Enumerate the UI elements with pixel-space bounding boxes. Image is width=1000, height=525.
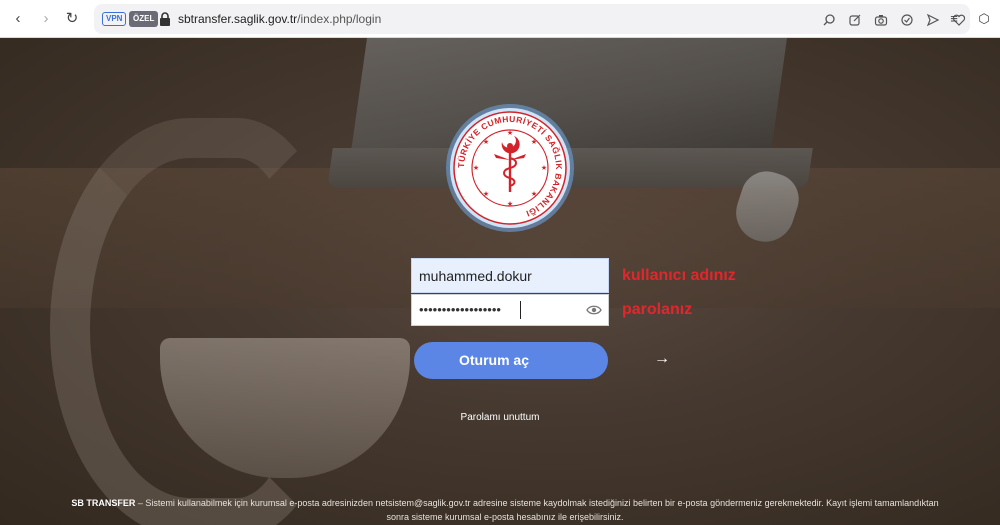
browser-toolbar: ‹ › ↻ VPN ÖZEL sbtransfer.saglik.gov.tr/… <box>0 0 1000 38</box>
svg-text:★: ★ <box>473 164 479 172</box>
vpn-badge[interactable]: VPN <box>102 12 127 26</box>
svg-text:★: ★ <box>507 129 513 137</box>
private-badge: ÖZEL <box>129 11 159 27</box>
url-text[interactable]: sbtransfer.saglik.gov.tr/index.php/login <box>178 11 381 27</box>
username-value: muhammed.dokur <box>419 268 532 284</box>
footer-notice: SB TRANSFER – Sistemi kullanabilmek için… <box>10 496 1000 524</box>
shield-check-icon[interactable] <box>898 13 916 27</box>
search-icon[interactable] <box>820 13 838 27</box>
svg-text:★: ★ <box>531 138 537 146</box>
edit-icon[interactable] <box>846 13 864 27</box>
menu-icon[interactable]: ≡ <box>944 9 964 29</box>
login-button[interactable]: Oturum aç → <box>414 342 670 379</box>
footer-brand: SB TRANSFER <box>71 498 136 508</box>
camera-icon[interactable] <box>872 13 890 27</box>
arrow-right-icon: → <box>654 350 670 367</box>
url-host: sbtransfer.saglik.gov.tr <box>178 12 298 26</box>
svg-text:★: ★ <box>507 200 513 208</box>
password-value: •••••••••••••••••• <box>419 302 501 317</box>
svg-text:★: ★ <box>483 190 489 198</box>
forward-icon[interactable]: › <box>36 9 56 29</box>
username-input[interactable]: muhammed.dokur <box>411 258 609 293</box>
reload-icon[interactable]: ↻ <box>62 9 82 29</box>
url-path: /index.php/login <box>297 12 382 26</box>
forgot-password-link[interactable]: Parolamı unuttum <box>0 412 1000 423</box>
show-password-icon[interactable] <box>586 304 602 316</box>
ministry-logo: TÜRKİYE CUMHURİYETİ SAĞLIK BAKANLIĞI ★★★… <box>446 104 574 232</box>
svg-text:★: ★ <box>541 164 547 172</box>
svg-text:★: ★ <box>483 138 489 146</box>
svg-text:★: ★ <box>531 190 537 198</box>
extension-icon[interactable]: ⬡ <box>974 9 994 29</box>
login-label: Oturum aç <box>458 352 529 368</box>
address-bar[interactable]: VPN ÖZEL sbtransfer.saglik.gov.tr/index.… <box>94 4 970 34</box>
footer-line-1: – Sistemi kullanabilmek için kurumsal e-… <box>135 498 939 508</box>
send-icon[interactable] <box>924 13 942 27</box>
password-input[interactable]: •••••••••••••••••• <box>411 294 609 326</box>
back-icon[interactable]: ‹ <box>8 9 28 29</box>
lock-icon[interactable] <box>158 11 172 27</box>
text-cursor <box>520 301 521 319</box>
password-annotation: parolanız <box>622 301 693 318</box>
username-annotation: kullanıcı adınız <box>622 267 736 284</box>
footer-line-2: sonra sisteme kurumsal e-posta hesabınız… <box>386 512 624 522</box>
